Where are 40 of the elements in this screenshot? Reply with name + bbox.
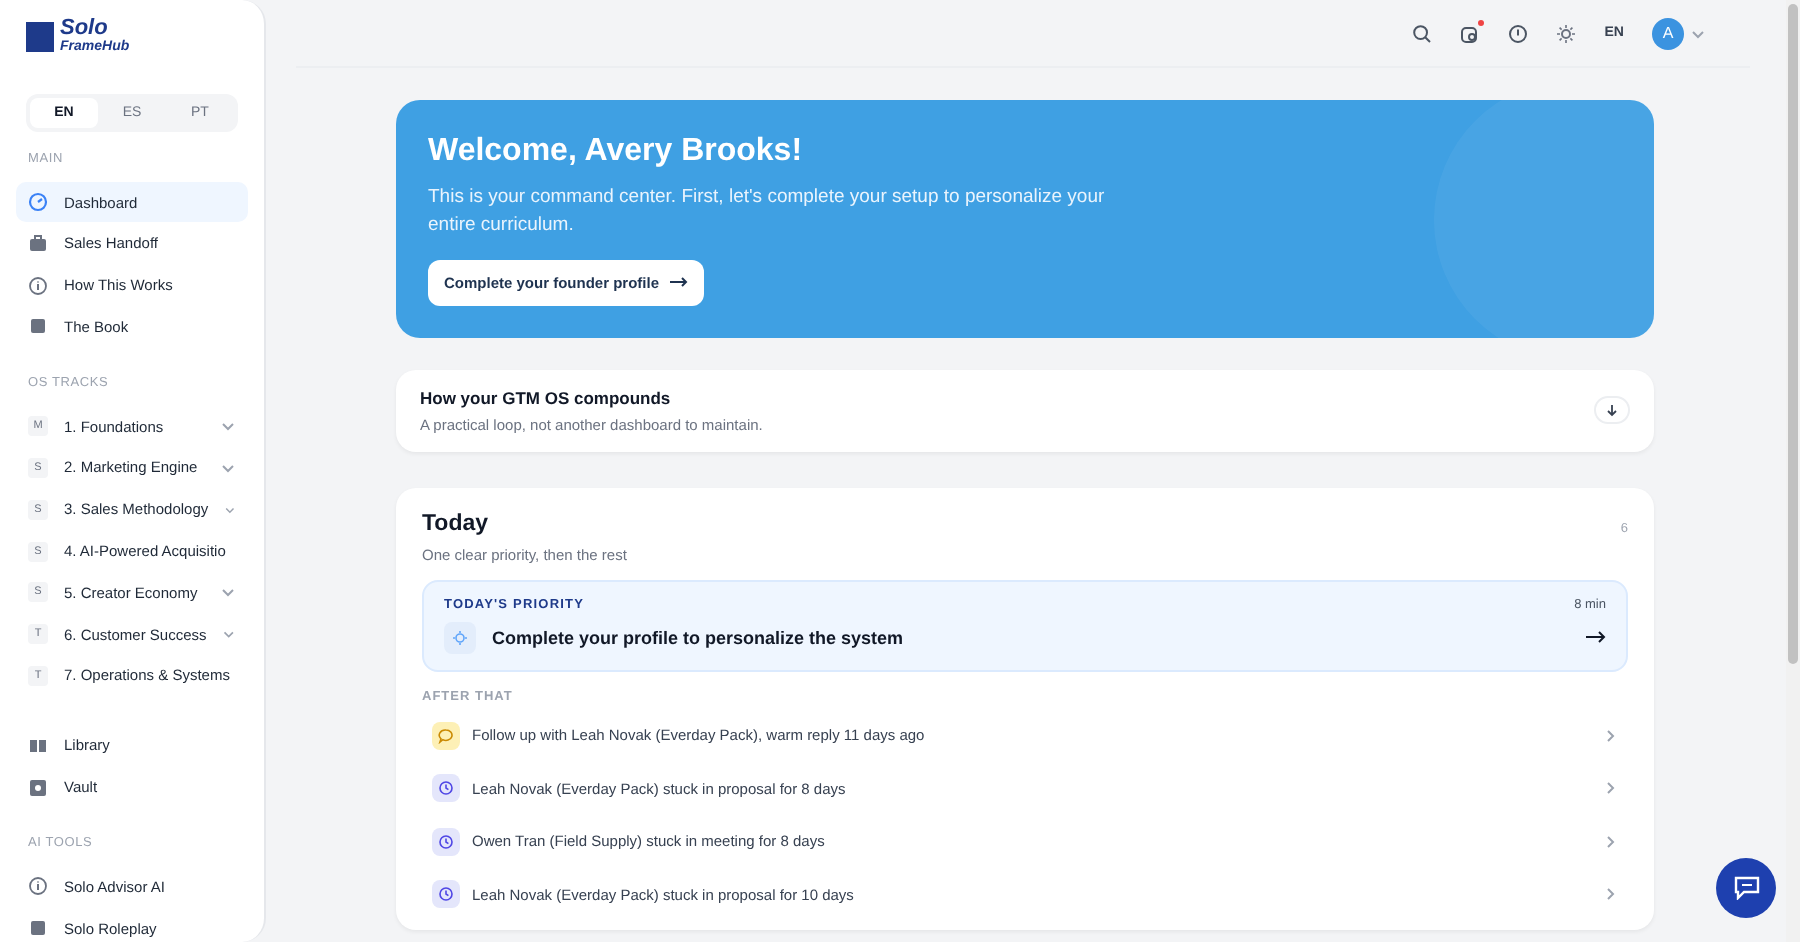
book-icon bbox=[28, 918, 48, 939]
logo-icon bbox=[26, 21, 54, 51]
chevron-down-icon bbox=[220, 418, 236, 435]
chevron-right-icon bbox=[1602, 833, 1618, 850]
chevron-right-icon bbox=[1602, 886, 1618, 903]
search-icon[interactable] bbox=[1412, 23, 1433, 43]
expand-button[interactable] bbox=[1594, 396, 1630, 425]
arrow-down-icon bbox=[1606, 403, 1618, 418]
today-title: Today bbox=[422, 511, 491, 536]
chat-button[interactable] bbox=[1716, 858, 1776, 918]
arrow-right-icon bbox=[669, 276, 688, 289]
vault-icon bbox=[28, 777, 48, 798]
welcome-title: Welcome, Avery Brooks! bbox=[428, 134, 805, 170]
gear-icon bbox=[444, 621, 476, 654]
chevron-right-icon bbox=[1602, 727, 1618, 744]
chat-icon bbox=[1733, 876, 1759, 900]
welcome-text: This is your command center. First, let's complete your setup to personalize your entire curriculum. bbox=[428, 184, 1107, 240]
brand-name: Solo bbox=[60, 18, 108, 40]
library-icon bbox=[28, 735, 48, 756]
chevron-down-icon bbox=[220, 459, 236, 476]
priority-text: Complete your profile to personalize the system bbox=[492, 627, 906, 648]
briefcase-icon bbox=[28, 233, 48, 254]
chevron-right-icon bbox=[1602, 780, 1618, 797]
info-icon bbox=[28, 275, 48, 296]
sun-icon[interactable] bbox=[1556, 23, 1577, 43]
scrollbar[interactable] bbox=[1786, 0, 1800, 942]
chevron-down-icon bbox=[222, 626, 236, 643]
book-icon bbox=[28, 316, 48, 337]
clock-icon bbox=[432, 880, 460, 909]
info-icon bbox=[28, 876, 48, 897]
gauge-icon bbox=[28, 192, 48, 212]
arrow-right-icon bbox=[1586, 630, 1606, 645]
notification-icon[interactable] bbox=[1460, 23, 1481, 43]
clock-icon bbox=[432, 774, 460, 803]
info-icon[interactable] bbox=[1508, 23, 1529, 43]
card-title: How your GTM OS compounds bbox=[420, 387, 673, 408]
chevron-down-icon bbox=[220, 584, 236, 601]
clock-icon bbox=[432, 827, 460, 856]
chevron-down-icon bbox=[1690, 25, 1706, 41]
chat-bubble-icon bbox=[432, 721, 460, 750]
